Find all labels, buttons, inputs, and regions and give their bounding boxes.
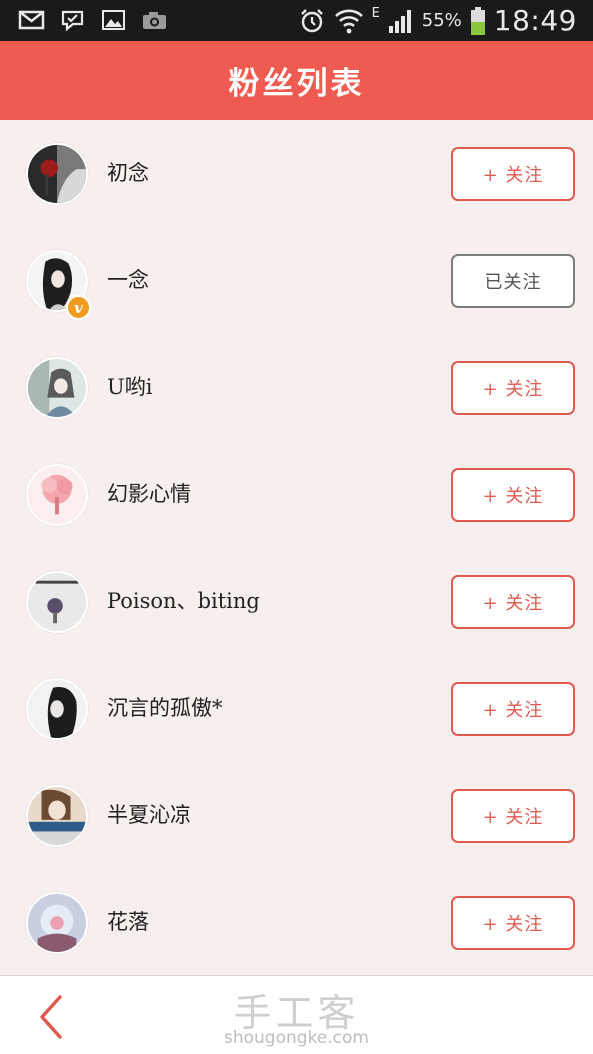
- gallery-icon: [102, 10, 125, 30]
- notification-icons: [18, 8, 168, 32]
- fan-name[interactable]: 半夏沁凉: [107, 762, 191, 869]
- list-item: v 一念 已关注: [0, 227, 593, 334]
- verified-badge-icon: v: [66, 295, 91, 320]
- camera-icon: [143, 12, 166, 29]
- list-item: 沉言的孤傲* + 关注: [0, 655, 593, 762]
- list-item: 花落 + 关注: [0, 869, 593, 975]
- list-item: U哟i + 关注: [0, 334, 593, 441]
- system-status: E 55% 18:49: [298, 0, 577, 41]
- watermark-url: shougongke.com: [224, 1028, 369, 1048]
- signal-icon: [388, 9, 411, 33]
- following-button[interactable]: 已关注: [451, 254, 575, 308]
- avatar-anime-girl-icon[interactable]: [26, 357, 88, 419]
- status-bar: E 55% 18:49: [0, 0, 593, 41]
- follow-button[interactable]: + 关注: [451, 468, 575, 522]
- list-item: 幻影心情 + 关注: [0, 441, 593, 548]
- alarm-icon: [300, 8, 323, 32]
- bottom-bar: 手工客 shougongke.com: [0, 975, 593, 1054]
- avatar-rose-icon[interactable]: [26, 143, 88, 205]
- check-chat-icon: [61, 10, 84, 32]
- follow-button[interactable]: + 关注: [451, 147, 575, 201]
- fan-name[interactable]: U哟i: [107, 334, 152, 441]
- fan-name[interactable]: Poison、biting: [107, 548, 260, 655]
- fan-name[interactable]: 沉言的孤傲*: [107, 655, 223, 762]
- battery-percent: 55%: [421, 10, 462, 31]
- follow-button[interactable]: + 关注: [451, 575, 575, 629]
- fan-name[interactable]: 一念: [107, 227, 149, 334]
- list-item: 半夏沁凉 + 关注: [0, 762, 593, 869]
- network-type-label: E: [371, 6, 380, 21]
- follow-button[interactable]: + 关注: [451, 361, 575, 415]
- page-title: 粉丝列表: [228, 66, 365, 102]
- mail-icon: [18, 10, 45, 30]
- wifi-icon: [334, 9, 363, 33]
- battery-icon: [470, 6, 485, 35]
- fan-name[interactable]: 花落: [107, 869, 149, 975]
- follow-button[interactable]: + 关注: [451, 896, 575, 950]
- avatar-pink-tree-icon[interactable]: [26, 464, 88, 526]
- clock: 18:49: [493, 4, 577, 37]
- follow-button[interactable]: + 关注: [451, 682, 575, 736]
- fan-list: 初念 + 关注 v 一念 已关注 U哟i + 关注 幻影心情 + 关注 Pois…: [0, 120, 593, 975]
- list-item: Poison、biting + 关注: [0, 548, 593, 655]
- avatar-text-photo-icon[interactable]: [26, 571, 88, 633]
- avatar-bw-girl-icon[interactable]: [26, 678, 88, 740]
- list-item: 初念 + 关注: [0, 120, 593, 227]
- follow-button[interactable]: + 关注: [451, 789, 575, 843]
- fan-name[interactable]: 幻影心情: [107, 441, 191, 548]
- avatar-world-icon[interactable]: [26, 785, 88, 847]
- fan-name[interactable]: 初念: [107, 120, 149, 227]
- avatar-snow-globe-icon[interactable]: [26, 892, 88, 954]
- app-header: 粉丝列表: [0, 41, 593, 120]
